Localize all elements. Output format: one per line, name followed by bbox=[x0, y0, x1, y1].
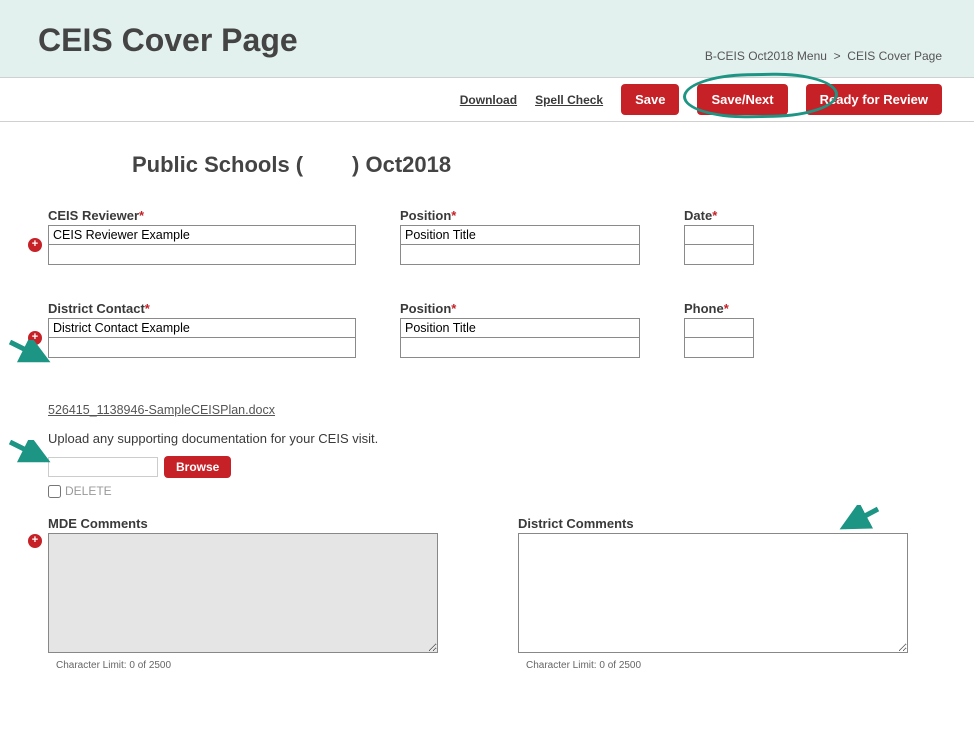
breadcrumb: B-CEIS Oct2018 Menu > CEIS Cover Page bbox=[705, 49, 942, 63]
mde-comments-textarea bbox=[48, 533, 438, 653]
reviewer-block: CEIS Reviewer* bbox=[48, 208, 356, 265]
save-next-button[interactable]: Save/Next bbox=[697, 84, 787, 115]
contact-position-input-1[interactable] bbox=[400, 318, 640, 338]
save-button[interactable]: Save bbox=[621, 84, 679, 115]
contact-row: + District Contact* Position* Phone* bbox=[48, 301, 914, 376]
date-input-2[interactable] bbox=[684, 245, 754, 265]
subtitle: Public Schools ( ) Oct2018 bbox=[132, 152, 914, 178]
add-contact-icon[interactable]: + bbox=[28, 331, 42, 345]
reviewer-input-2[interactable] bbox=[48, 245, 356, 265]
delete-row: DELETE bbox=[48, 484, 914, 498]
reviewer-row: + CEIS Reviewer* Position* Date* bbox=[48, 208, 914, 283]
mde-comments-label: MDE Comments bbox=[48, 516, 438, 531]
subtitle-prefix: Public Schools ( bbox=[132, 152, 303, 177]
district-comments-textarea[interactable] bbox=[518, 533, 908, 653]
reviewer-position-input-2[interactable] bbox=[400, 245, 640, 265]
content: Public Schools ( ) Oct2018 + CEIS Review… bbox=[0, 122, 974, 681]
phone-block: Phone* bbox=[684, 301, 754, 358]
add-reviewer-icon[interactable]: + bbox=[28, 238, 42, 252]
phone-label: Phone* bbox=[684, 301, 754, 316]
contact-block: District Contact* bbox=[48, 301, 356, 358]
comments-row: + MDE Comments Character Limit: 0 of 250… bbox=[48, 516, 914, 671]
phone-input-2[interactable] bbox=[684, 338, 754, 358]
mde-comment-col: MDE Comments Character Limit: 0 of 2500 bbox=[48, 516, 438, 671]
uploaded-file-link[interactable]: 526415_1138946-SampleCEISPlan.docx bbox=[48, 403, 275, 417]
header-band: CEIS Cover Page B-CEIS Oct2018 Menu > CE… bbox=[0, 0, 974, 77]
contact-position-block: Position* bbox=[400, 301, 640, 358]
ready-for-review-button[interactable]: Ready for Review bbox=[806, 84, 942, 115]
reviewer-position-label: Position* bbox=[400, 208, 640, 223]
contact-position-input-2[interactable] bbox=[400, 338, 640, 358]
contact-position-label: Position* bbox=[400, 301, 640, 316]
upload-instruction: Upload any supporting documentation for … bbox=[48, 431, 378, 446]
file-section: 526415_1138946-SampleCEISPlan.docx Uploa… bbox=[48, 402, 914, 498]
toolbar: Download Spell Check Save Save/Next Read… bbox=[0, 77, 974, 122]
delete-label: DELETE bbox=[65, 484, 112, 498]
district-char-limit: Character Limit: 0 of 2500 bbox=[526, 660, 908, 671]
reviewer-input-1[interactable] bbox=[48, 225, 356, 245]
browse-button[interactable]: Browse bbox=[164, 456, 231, 478]
add-mde-comment-icon[interactable]: + bbox=[28, 534, 42, 548]
delete-checkbox[interactable] bbox=[48, 485, 61, 498]
breadcrumb-sep: > bbox=[834, 49, 841, 63]
contact-label: District Contact* bbox=[48, 301, 356, 316]
breadcrumb-link[interactable]: B-CEIS Oct2018 Menu bbox=[705, 49, 827, 63]
district-comments-label: District Comments bbox=[518, 516, 908, 531]
date-label: Date* bbox=[684, 208, 754, 223]
reviewer-position-block: Position* bbox=[400, 208, 640, 265]
file-path-input[interactable] bbox=[48, 457, 158, 477]
date-block: Date* bbox=[684, 208, 754, 265]
spellcheck-link[interactable]: Spell Check bbox=[535, 93, 603, 107]
download-link[interactable]: Download bbox=[460, 93, 517, 107]
reviewer-label: CEIS Reviewer* bbox=[48, 208, 356, 223]
reviewer-position-input-1[interactable] bbox=[400, 225, 640, 245]
mde-char-limit: Character Limit: 0 of 2500 bbox=[56, 660, 438, 671]
district-comment-col: District Comments Character Limit: 0 of … bbox=[518, 516, 908, 671]
contact-input-2[interactable] bbox=[48, 338, 356, 358]
upload-row: Browse bbox=[48, 456, 914, 478]
contact-input-1[interactable] bbox=[48, 318, 356, 338]
phone-input-1[interactable] bbox=[684, 318, 754, 338]
breadcrumb-current: CEIS Cover Page bbox=[847, 49, 942, 63]
date-input-1[interactable] bbox=[684, 225, 754, 245]
subtitle-suffix: ) Oct2018 bbox=[352, 152, 451, 177]
